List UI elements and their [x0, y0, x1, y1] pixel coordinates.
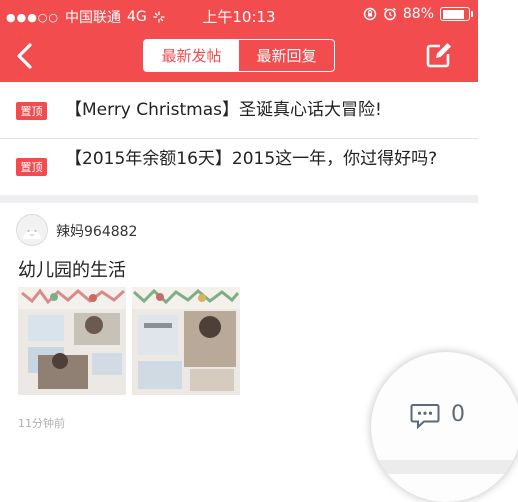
photo-thumbnail-icon [18, 287, 126, 395]
battery-icon [440, 7, 473, 21]
pinned-tag: 置顶 [16, 158, 47, 176]
pinned-tag: 置顶 [16, 102, 47, 120]
username[interactable]: 辣妈964882 [56, 221, 137, 241]
comment-count: 0 [451, 402, 465, 427]
post-time: 11分钟前 [18, 417, 65, 430]
pinned-post-title: 【2015年余额16天】2015这一年，你过得好吗? [65, 149, 438, 169]
edit-button[interactable] [424, 40, 454, 70]
top-bar: ●●●○○ 中国联通 4G 上午10:13 88% 最新发帖 最新回复 [0, 0, 478, 82]
battery-percent: 88% [402, 6, 434, 22]
magnified-comment-area: 0 [371, 352, 518, 502]
battery-fill [442, 9, 464, 19]
alarm-icon [383, 7, 396, 21]
post-photo[interactable] [132, 287, 240, 395]
photo-thumbnail-icon [132, 287, 240, 395]
section-divider [0, 195, 478, 203]
nav-bar: 最新发帖 最新回复 [0, 30, 478, 82]
pinned-post[interactable]: 置顶 【Merry Christmas】圣诞真心话大冒险! [0, 82, 478, 139]
pinned-post-title: 【Merry Christmas】圣诞真心话大冒险! [65, 100, 382, 120]
post-title[interactable]: 幼儿园的生活 [18, 256, 126, 282]
pinned-post[interactable]: 置顶 【2015年余额16天】2015这一年，你过得好吗? [0, 138, 478, 195]
status-right: 88% [363, 6, 473, 22]
back-button[interactable] [10, 40, 42, 72]
status-bar: ●●●○○ 中国联通 4G 上午10:13 88% [0, 0, 478, 30]
comment-icon[interactable] [410, 403, 440, 429]
avatar[interactable] [16, 214, 48, 246]
tab-latest-posts[interactable]: 最新发帖 [144, 40, 239, 71]
tab-latest-replies[interactable]: 最新回复 [239, 40, 334, 71]
next-item-edge [371, 460, 518, 474]
tab-switcher: 最新发帖 最新回复 [143, 39, 335, 72]
post-photo[interactable] [18, 287, 126, 395]
rotation-lock-icon [363, 7, 377, 21]
